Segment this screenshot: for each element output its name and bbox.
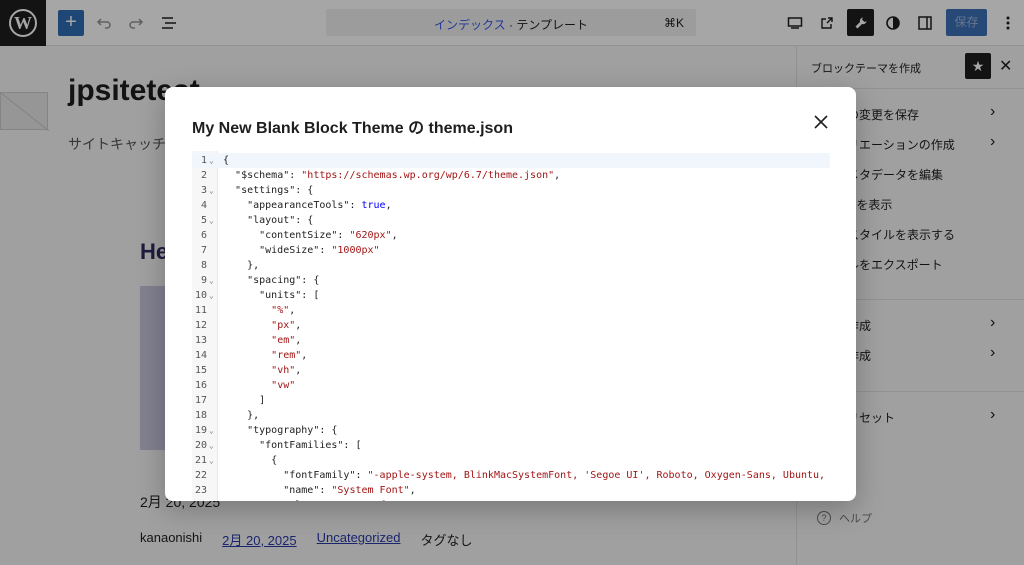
fold-chevron-icon[interactable]: ⌄ [209, 213, 214, 228]
fold-chevron-icon[interactable]: ⌄ [209, 183, 214, 198]
code-line: 12 "px", [192, 318, 830, 333]
code-text: "%", [271, 305, 296, 316]
code-line: 3 ⌄ "settings": { [192, 183, 830, 198]
code-text: "px", [271, 320, 302, 331]
line-number: 12 [194, 320, 207, 331]
code-text: "units": [ [259, 290, 320, 301]
fold-chevron-icon[interactable]: ⌄ [209, 438, 214, 453]
code-line: 4 "appearanceTools": true, [192, 198, 830, 213]
code-text: ] [223, 395, 266, 406]
fold-chevron-icon[interactable]: ⌄ [209, 453, 214, 468]
close-icon [814, 115, 828, 129]
code-viewer[interactable]: 1 ⌄{2 "$schema": "https://schemas.wp.org/… [192, 151, 830, 501]
code-line: 21 ⌄ { [192, 453, 830, 468]
code-line: 9 ⌄ "spacing": { [192, 273, 830, 288]
line-number: 18 [194, 410, 207, 421]
code-line: 5 ⌄ "layout": { [192, 213, 830, 228]
theme-json-modal: My New Blank Block Theme の theme.json 1 ⌄… [165, 87, 856, 501]
line-number: 20 [194, 440, 207, 451]
code-line: 17 ] [192, 393, 830, 408]
code-text: "slug": "system-font" [223, 498, 409, 501]
code-line: 11 "%", [192, 303, 830, 318]
code-text: "contentSize": "620px", [259, 230, 398, 241]
line-number: 1 [200, 155, 207, 166]
line-number: 24 [192, 498, 207, 501]
line-number: 4 [200, 200, 207, 211]
code-line: 24 "slug": "system-font" [192, 498, 830, 501]
code-text: "typography": { [247, 425, 338, 436]
code-line: 13 "em", [192, 333, 830, 348]
line-number: 9 [200, 275, 207, 286]
code-line: 2 "$schema": "https://schemas.wp.org/wp/… [192, 168, 830, 183]
code-line: 14 "rem", [192, 348, 830, 363]
line-number: 6 [200, 230, 207, 241]
code-text: "wideSize": "1000px" [259, 245, 380, 256]
line-number: 3 [200, 185, 207, 196]
code-text: "appearanceTools": true, [247, 200, 392, 211]
line-number: 15 [194, 365, 207, 376]
code-text: "vh", [271, 365, 302, 376]
line-number: 17 [194, 395, 207, 406]
code-line: 20 ⌄ "fontFamilies": [ [192, 438, 830, 453]
code-text: "$schema": "https://schemas.wp.org/wp/6.… [235, 170, 561, 181]
code-text: { [223, 455, 278, 466]
line-number: 21 [194, 455, 207, 466]
fold-chevron-icon[interactable]: ⌄ [209, 423, 214, 438]
line-number: 10 [194, 290, 207, 301]
line-number: 14 [194, 350, 207, 361]
code-line: 1 ⌄ { [192, 153, 830, 168]
code-line: 18 }, [192, 408, 830, 423]
fold-chevron-icon[interactable]: ⌄ [209, 288, 214, 303]
line-number: 7 [200, 245, 207, 256]
code-text: "rem", [271, 350, 308, 361]
code-line: 15 "vh", [192, 363, 830, 378]
code-line: 6 "contentSize": "620px", [192, 228, 830, 243]
code-text: "settings": { [235, 185, 314, 196]
line-number: 23 [194, 485, 207, 496]
line-number: 22 [194, 470, 207, 481]
code-line: 8 }, [192, 258, 830, 273]
code-text: "spacing": { [247, 275, 320, 286]
line-number: 19 [194, 425, 207, 436]
code-text: "fontFamilies": [ [259, 440, 362, 451]
code-text: "name": "System Font", [283, 485, 416, 496]
line-number: 16 [194, 380, 207, 391]
code-text: "fontFamily": "-apple-system, BlinkMacSy… [283, 470, 826, 481]
code-line: 23 "name": "System Font", [192, 483, 830, 498]
code-text: "vw" [271, 380, 296, 391]
code-line: 19 ⌄ "typography": { [192, 423, 830, 438]
modal-close-button[interactable] [810, 111, 832, 133]
fold-chevron-icon[interactable]: ⌄ [209, 153, 214, 168]
modal-title: My New Blank Block Theme の theme.json [192, 120, 513, 137]
code-text: "layout": { [247, 215, 314, 226]
code-text: }, [223, 410, 260, 421]
fold-chevron-icon[interactable]: ⌄ [209, 273, 214, 288]
code-line: 7 "wideSize": "1000px" [192, 243, 830, 258]
line-number: 2 [200, 170, 207, 181]
code-line: 10 ⌄ "units": [ [192, 288, 830, 303]
code-line: 16 "vw" [192, 378, 830, 393]
code-text: }, [223, 260, 260, 271]
line-number: 8 [200, 260, 207, 271]
line-number: 5 [200, 215, 207, 226]
code-text: "em", [271, 335, 302, 346]
line-number: 11 [194, 305, 207, 316]
code-text: { [223, 155, 230, 166]
code-line: 22 "fontFamily": "-apple-system, BlinkMa… [192, 468, 830, 483]
line-number: 13 [194, 335, 207, 346]
